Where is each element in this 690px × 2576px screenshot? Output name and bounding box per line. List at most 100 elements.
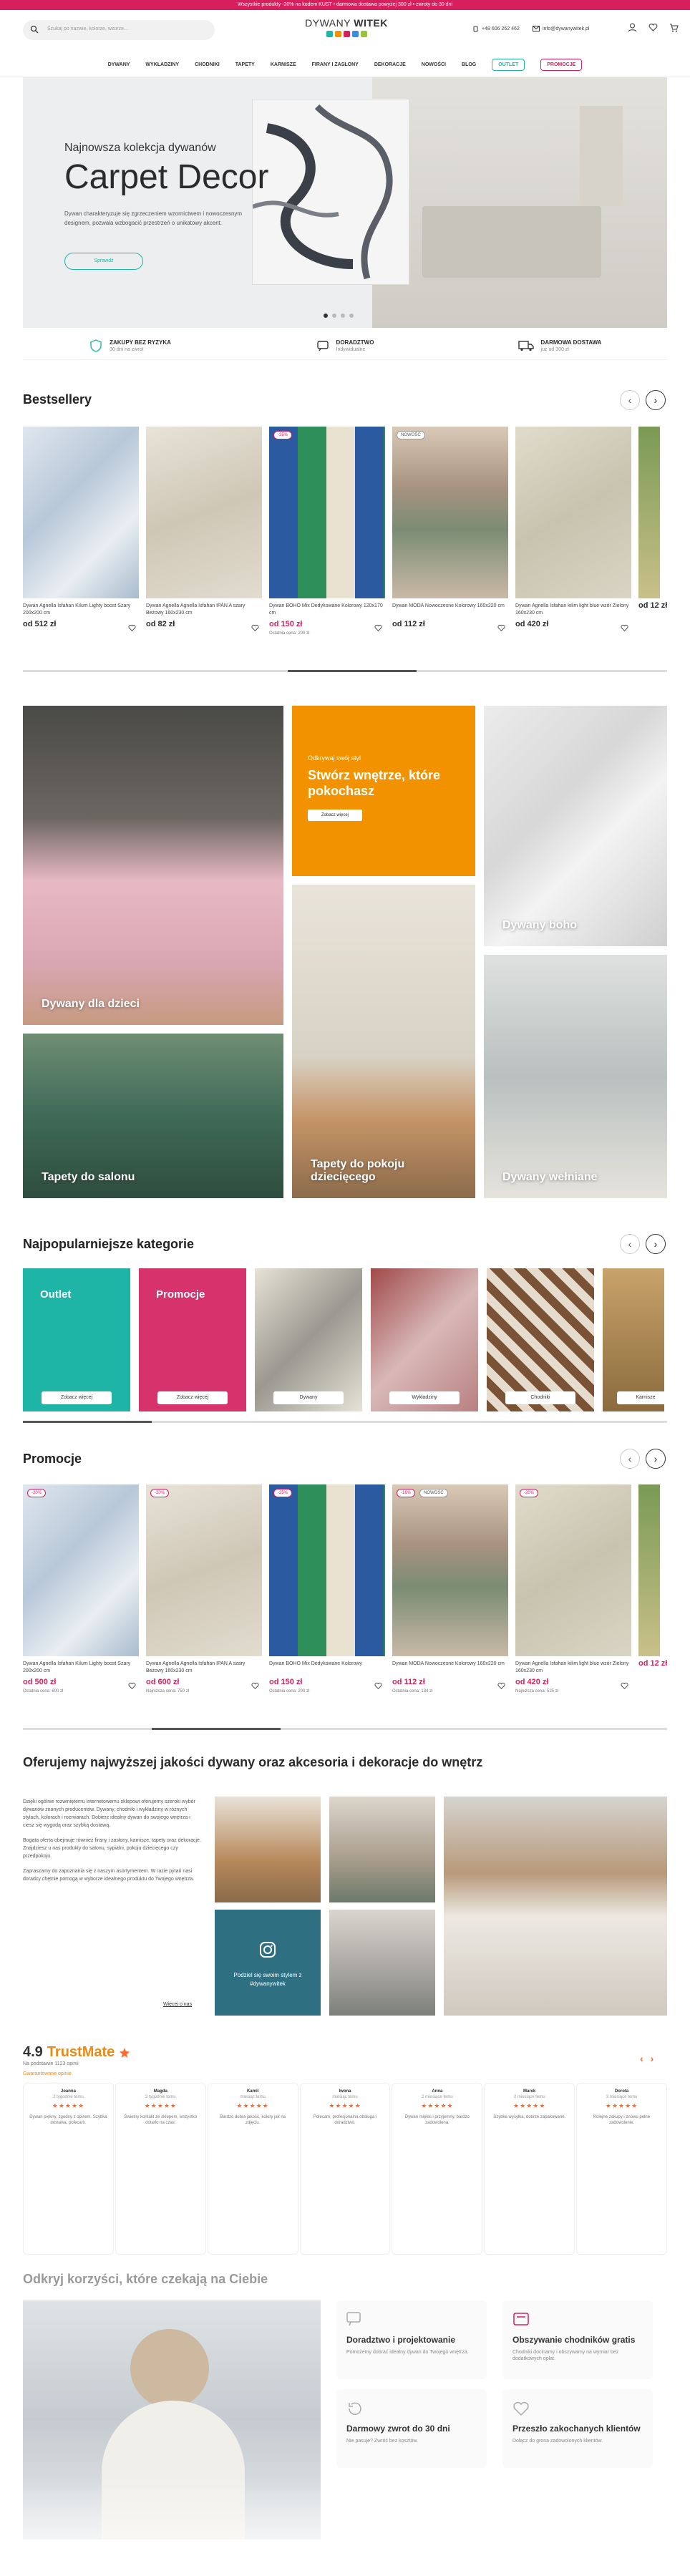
tile-tapety-do-salonu[interactable]: Tapety do salonu xyxy=(23,1034,283,1198)
nav-chodniki[interactable]: CHODNIKI xyxy=(195,62,220,67)
cart-icon[interactable] xyxy=(669,23,679,32)
insta-photo-3[interactable] xyxy=(329,1910,435,2016)
promos-scrollbar[interactable] xyxy=(23,1728,667,1730)
email-address: info@dywanywitek.pl xyxy=(543,26,590,31)
feature-klienci[interactable]: Przeszło zakochanych klientów Dołącz do g… xyxy=(502,2389,653,2468)
category-karnisze[interactable]: Karnisze xyxy=(603,1268,664,1411)
site-logo[interactable]: DYWANY WITEK xyxy=(302,17,391,37)
wishlist-icon[interactable] xyxy=(251,1682,259,1690)
feature-zwrot[interactable]: Darmowy zwrot do 30 dni Nie pasuje? Zwróć… xyxy=(336,2389,487,2468)
phone-contact[interactable]: +48 606 262 462 xyxy=(472,26,520,32)
phone-icon xyxy=(473,26,478,32)
product-card[interactable]: -20% Dywan Agnella Isfahan kilim light b… xyxy=(515,1484,631,1694)
tile-dywany-boho[interactable]: Dywany boho xyxy=(484,706,667,946)
category-outlet[interactable]: Outlet Zobacz więcej xyxy=(23,1268,130,1411)
product-card[interactable]: od 12 zł xyxy=(638,1484,667,1694)
nav-firany[interactable]: FIRANY I ZASŁONY xyxy=(312,62,359,67)
hero-cta-button[interactable]: Sprawdź xyxy=(64,253,143,270)
user-icon[interactable] xyxy=(628,23,637,32)
fade-overlay xyxy=(0,2477,690,2576)
categories-prev-button[interactable]: ‹ xyxy=(620,1234,640,1254)
product-card[interactable]: Dywan Agnella Isfahan Kilum Lighty boost… xyxy=(23,427,139,636)
review-card[interactable]: Joanna 2 tygodnie temu ★★★★★ Dywan piękny, … xyxy=(23,2083,114,2255)
promos-carousel: -20% Dywan Agnella Isfahan Kilum Lighty … xyxy=(23,1484,667,1694)
insta-photo-large[interactable] xyxy=(444,1797,667,2016)
insta-photo-2[interactable] xyxy=(329,1797,435,1902)
promo-more-button[interactable]: Zobacz więcej xyxy=(308,810,362,821)
email-contact[interactable]: info@dywanywitek.pl xyxy=(533,26,589,31)
hero-dots[interactable] xyxy=(324,314,354,318)
wishlist-icon[interactable] xyxy=(128,624,136,632)
tile-dywany-dla-dzieci[interactable]: Dywany dla dzieci xyxy=(23,706,283,1025)
wishlist-icon[interactable] xyxy=(251,624,259,632)
search-input[interactable]: Szukaj po nazwie, kolorze, wzorze... xyxy=(23,20,215,40)
about-text: Dzięki ogólnie rozwiniętemu internetowem… xyxy=(23,1799,201,1882)
benefit-zakupy: ZAKUPY BEZ RYZYKA 30 dni na zwrot xyxy=(23,331,238,359)
category-promocje[interactable]: Promocje Zobacz więcej xyxy=(139,1268,246,1411)
category-chodniki[interactable]: Chodniki xyxy=(487,1268,594,1411)
heart-icon[interactable] xyxy=(648,23,658,32)
product-card[interactable]: -25% Dywan BOHO Mix Dedykowane Kolorowy … xyxy=(269,427,385,636)
nav-promocje[interactable]: PROMOCJE xyxy=(540,59,583,71)
wishlist-icon[interactable] xyxy=(621,624,628,632)
bestsellers-scrollbar[interactable] xyxy=(23,670,667,672)
feature-doradztwo[interactable]: Doradztwo i projektowanie Pomożemy dobrać… xyxy=(336,2300,487,2379)
stars-icon: ★★★★★ xyxy=(329,2102,361,2109)
wishlist-icon[interactable] xyxy=(497,1682,505,1690)
insta-photo-1[interactable] xyxy=(215,1797,321,1902)
about-more-link[interactable]: Więcej o nas xyxy=(163,2002,192,2007)
promos-next-button[interactable]: › xyxy=(646,1449,666,1469)
nav-blog[interactable]: BLOG xyxy=(462,62,476,67)
product-card[interactable]: -20% Dywan Agnella Isfahan Kilum Lighty … xyxy=(23,1484,139,1694)
instagram-cta[interactable]: Podziel się swoim stylem z #dywanywitek xyxy=(215,1910,321,2016)
category-wykladziny[interactable]: Wykładziny xyxy=(371,1268,478,1411)
promos-prev-button[interactable]: ‹ xyxy=(620,1449,640,1469)
categories-scrollbar[interactable] xyxy=(23,1421,667,1423)
product-card[interactable]: -16% NOWOŚĆ Dywan MODA Nowoczesne Kolorow… xyxy=(392,1484,508,1694)
tile-dywany-welniane[interactable]: Dywany wełniane xyxy=(484,955,667,1198)
review-card[interactable]: Iwona miesiąc temu ★★★★★ Polecam, profesjon… xyxy=(299,2083,391,2255)
reviews-prev-button[interactable]: ‹ xyxy=(640,2053,643,2064)
review-card[interactable]: Anna 2 miesiące temu ★★★★★ Dywan miękki i p… xyxy=(392,2083,483,2255)
nav-dywany[interactable]: DYWANY xyxy=(108,62,130,67)
product-card[interactable]: -25% Dywan BOHO Mix Dedykowane Kolorowy … xyxy=(269,1484,385,1694)
bestsellers-next-button[interactable]: › xyxy=(646,390,666,410)
nav-tapety[interactable]: TAPETY xyxy=(235,62,255,67)
wishlist-icon[interactable] xyxy=(128,1682,136,1690)
reviews-carousel: Joanna 2 tygodnie temu ★★★★★ Dywan piękny, … xyxy=(23,2083,667,2255)
discount-badge: -25% xyxy=(273,431,293,439)
nav-nowosci[interactable]: NOWOŚCI xyxy=(422,62,446,67)
nav-karnisze[interactable]: KARNISZE xyxy=(271,62,296,67)
category-dywany[interactable]: Dywany xyxy=(255,1268,362,1411)
stars-icon: ★★★★★ xyxy=(421,2102,454,2109)
wishlist-icon[interactable] xyxy=(374,624,382,632)
review-card[interactable]: Marek 2 miesiące temu ★★★★★ Szybka wysyłka,… xyxy=(484,2083,575,2255)
product-card[interactable]: -20% Dywan Agnella Agnella Isfahan IPAN … xyxy=(146,1484,262,1694)
reviews-next-button[interactable]: › xyxy=(651,2053,654,2064)
trustmate-logo-icon xyxy=(120,2047,130,2058)
nav-wykladziny[interactable]: WYKŁADZINY xyxy=(145,62,179,67)
categories-next-button[interactable]: › xyxy=(646,1234,666,1254)
tile-tapety-pokoj[interactable]: Tapety do pokoju dziecięcego xyxy=(292,885,475,1198)
logo-text-light: DYWANY xyxy=(305,17,351,29)
nav-outlet[interactable]: OUTLET xyxy=(492,59,525,71)
hero-banner: Najnowsza kolekcja dywanów Carpet Decor … xyxy=(23,77,667,328)
wishlist-icon[interactable] xyxy=(621,1682,628,1690)
feature-obszywanie[interactable]: Obszywanie chodników gratis Chodniki doci… xyxy=(502,2300,653,2379)
product-card[interactable]: Dywan Agnella Agnella Isfahan IPAN A sza… xyxy=(146,427,262,636)
bestsellers-prev-button[interactable]: ‹ xyxy=(620,390,640,410)
tile-promo[interactable]: Odkrywaj swój styl Stwórz wnętrze, które… xyxy=(292,706,475,876)
review-card[interactable]: Kamil miesiąc temu ★★★★★ Bardzo dobra jakoś… xyxy=(207,2083,298,2255)
trustmate-badge: Gwarantowane opinie xyxy=(23,2071,72,2076)
wishlist-icon[interactable] xyxy=(374,1682,382,1690)
wishlist-icon[interactable] xyxy=(497,624,505,632)
hero-title: Carpet Decor xyxy=(64,158,269,196)
product-card[interactable]: Dywan Agnella Isfahan kilim light blue w… xyxy=(515,427,631,636)
product-card[interactable]: od 12 zł xyxy=(638,427,667,636)
review-card[interactable]: Magda 3 tygodnie temu ★★★★★ Świetny kontakt… xyxy=(115,2083,206,2255)
chat-icon xyxy=(346,2312,361,2326)
review-card[interactable]: Dorota 3 miesiące temu ★★★★★ Kolejne zakupy… xyxy=(576,2083,667,2255)
nav-dekoracje[interactable]: DEKORACJE xyxy=(374,62,406,67)
product-card[interactable]: NOWOŚĆ Dywan MODA Nowoczesne Kolorowy 16… xyxy=(392,427,508,636)
stars-icon: ★★★★★ xyxy=(52,2102,85,2109)
